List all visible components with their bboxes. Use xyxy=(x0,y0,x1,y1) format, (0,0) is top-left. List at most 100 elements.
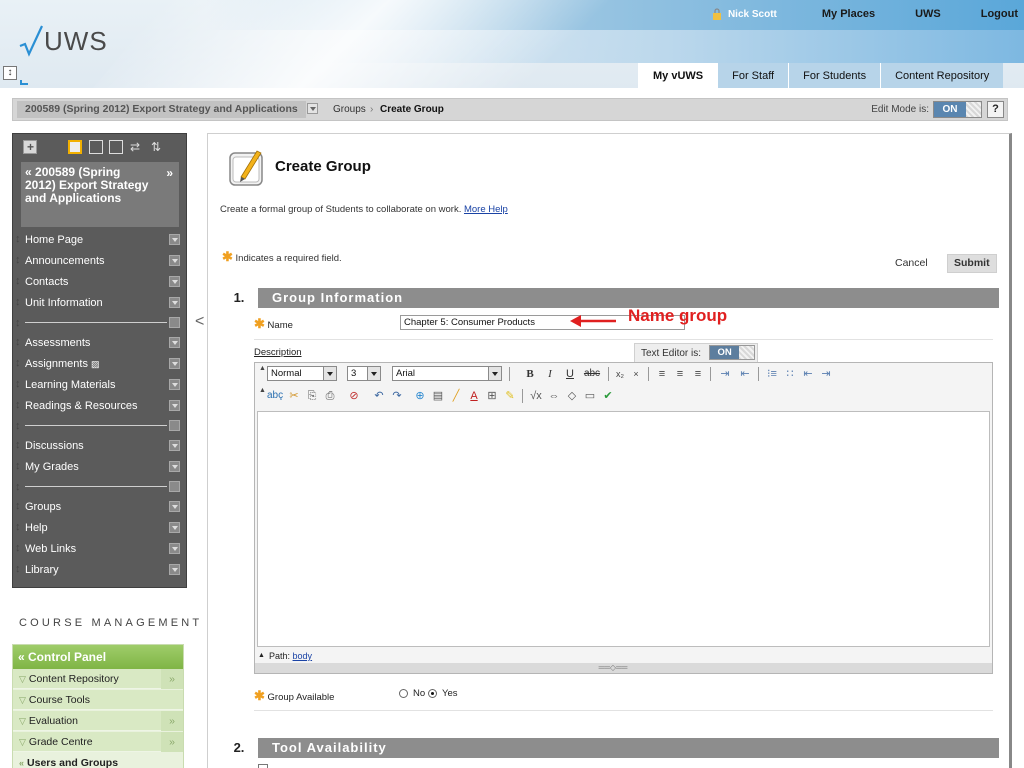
outdent-icon[interactable]: ⇤ xyxy=(801,366,815,382)
path-body-link[interactable]: body xyxy=(293,651,313,661)
numbered-list-icon[interactable]: ⁝≡ xyxy=(765,366,779,382)
chevron-down-icon[interactable] xyxy=(169,543,180,554)
collapse-header-button[interactable]: ↕ xyxy=(3,66,17,80)
paste-icon[interactable]: ⎙ xyxy=(323,388,337,404)
list-view-icon[interactable] xyxy=(68,140,82,154)
tab-content-repository[interactable]: Content Repository xyxy=(880,63,1004,88)
superscript-icon[interactable]: × xyxy=(629,366,643,382)
cleanup-icon[interactable]: ✔ xyxy=(601,388,615,404)
chevron-down-icon[interactable] xyxy=(169,564,180,575)
format-select[interactable]: Normal xyxy=(267,366,337,381)
breadcrumb-groups[interactable]: Groups xyxy=(333,104,366,115)
chevron-down-icon[interactable] xyxy=(169,379,180,390)
breadcrumb-course[interactable]: 200589 (Spring 2012) Export Strategy and… xyxy=(17,101,306,118)
font-size-select[interactable]: 3 xyxy=(347,366,381,381)
align-right-icon[interactable]: ≡ xyxy=(691,366,705,382)
resize-grip-icon[interactable]: ══◇══ xyxy=(595,664,631,672)
tab-for-staff[interactable]: For Staff xyxy=(717,63,789,88)
expand-icon[interactable]: » xyxy=(161,711,183,731)
tab-my-vuws[interactable]: My vUWS xyxy=(638,63,718,88)
uws-link[interactable]: UWS xyxy=(915,8,941,20)
chevron-down-icon[interactable] xyxy=(169,337,180,348)
logout-link[interactable]: Logout xyxy=(981,8,1018,20)
copy-icon[interactable]: ⎘ xyxy=(305,388,319,404)
chevron-down-icon[interactable] xyxy=(169,317,180,328)
control-panel-header[interactable]: « Control Panel xyxy=(13,645,183,669)
pencil-icon[interactable]: ╱ xyxy=(449,388,463,404)
chevron-down-icon[interactable] xyxy=(169,420,180,431)
chevron-down-icon[interactable] xyxy=(169,440,180,451)
editor-resize-bar[interactable]: ══◇══ xyxy=(255,663,992,673)
font-family-select[interactable]: Arial xyxy=(392,366,502,381)
chevron-down-icon[interactable] xyxy=(169,276,180,287)
fullscreen-icon[interactable]: ▭ xyxy=(583,388,597,404)
menu-item-contacts[interactable]: Contacts xyxy=(21,272,181,292)
more-help-link[interactable]: More Help xyxy=(464,204,508,215)
menu-item-announcements[interactable]: Announcements xyxy=(21,251,181,271)
toolbar-collapse-icon[interactable]: ▲ xyxy=(259,365,266,372)
chevron-down-icon[interactable] xyxy=(169,522,180,533)
chevron-down-icon[interactable] xyxy=(169,481,180,492)
course-title-arrow-icon[interactable]: » xyxy=(166,166,173,180)
chevron-down-icon[interactable] xyxy=(169,461,180,472)
cp-item-users-and-groups[interactable]: «Users and Groups xyxy=(13,753,183,768)
folder-view-icon[interactable] xyxy=(89,140,103,154)
uws-logo[interactable]: UWS xyxy=(18,22,108,58)
menu-item-groups[interactable]: Groups xyxy=(21,497,181,517)
subscript-icon[interactable]: x₂ xyxy=(613,366,627,382)
math-icon[interactable]: √x xyxy=(527,388,545,404)
chevron-down-icon[interactable] xyxy=(169,234,180,245)
chevron-down-icon[interactable] xyxy=(169,297,180,308)
chevron-down-icon[interactable] xyxy=(169,501,180,512)
cancel-button[interactable]: Cancel xyxy=(889,254,934,273)
radio-yes[interactable] xyxy=(428,689,437,698)
text-color-icon[interactable]: A xyxy=(467,388,481,404)
expand-icon[interactable]: » xyxy=(161,732,183,752)
undo-icon[interactable]: ↶ xyxy=(372,388,386,404)
underline-icon[interactable]: U xyxy=(563,366,577,382)
redo-icon[interactable]: ↷ xyxy=(390,388,404,404)
menu-item-web-links[interactable]: Web Links xyxy=(21,539,181,559)
indent-icon[interactable]: ⇥ xyxy=(819,366,833,382)
menu-item-my-grades[interactable]: My Grades xyxy=(21,457,181,477)
chevron-down-icon[interactable] xyxy=(169,400,180,411)
tab-for-students[interactable]: For Students xyxy=(788,63,881,88)
italic-icon[interactable]: I xyxy=(543,366,557,382)
align-left-icon[interactable]: ≡ xyxy=(655,366,669,382)
menu-item-discussions[interactable]: Discussions xyxy=(21,436,181,456)
add-menu-item-icon[interactable] xyxy=(23,140,37,154)
refresh-icon[interactable]: ⇄ xyxy=(130,140,144,154)
highlight-icon[interactable]: ✎ xyxy=(503,388,517,404)
menu-item-assignments[interactable]: Assignments ▨ xyxy=(21,354,181,374)
mashup-icon[interactable]: ⇔ xyxy=(547,388,561,404)
text-editor-toggle[interactable]: ON xyxy=(709,345,755,360)
menu-item-help[interactable]: Help xyxy=(21,518,181,538)
my-places-link[interactable]: My Places xyxy=(822,8,875,20)
menu-item-readings-resources[interactable]: Readings & Resources xyxy=(21,396,181,416)
cp-item-evaluation[interactable]: ▽ Evaluation» xyxy=(13,711,183,731)
expand-icon[interactable]: » xyxy=(161,669,183,689)
course-menu-title[interactable]: « 200589 (Spring 2012) Export Strategy a… xyxy=(21,162,179,227)
menu-item-unit-information[interactable]: Unit Information xyxy=(21,293,181,313)
align-center-icon[interactable]: ≡ xyxy=(673,366,687,382)
menu-collapse-toggle[interactable]: < xyxy=(195,310,207,334)
unlink-icon[interactable]: ⊘ xyxy=(347,388,361,404)
menu-item-library[interactable]: Library xyxy=(21,560,181,580)
table-icon[interactable]: ▤ xyxy=(431,388,445,404)
help-button[interactable]: ? xyxy=(987,101,1004,118)
link-icon[interactable]: ⊕ xyxy=(413,388,427,404)
rtl-icon[interactable]: ⇤ xyxy=(737,366,753,382)
cp-item-course-tools[interactable]: ▽ Course Tools xyxy=(13,690,183,710)
path-collapse-icon[interactable]: ▲ xyxy=(258,649,265,663)
cp-item-grade-centre[interactable]: ▽ Grade Centre» xyxy=(13,732,183,752)
menu-item-assessments[interactable]: Assessments xyxy=(21,333,181,353)
bold-icon[interactable]: B xyxy=(523,366,537,382)
ltr-icon[interactable]: ⇥ xyxy=(717,366,733,382)
bullet-list-icon[interactable]: ∷ xyxy=(783,366,797,382)
reorder-icon[interactable]: ⇅ xyxy=(151,140,165,154)
new-window-icon[interactable] xyxy=(109,140,123,154)
editor-text-area[interactable] xyxy=(257,411,990,647)
cut-icon[interactable]: ✂ xyxy=(287,388,301,404)
submit-button[interactable]: Submit xyxy=(947,254,997,273)
toolbar-collapse-icon[interactable]: ▲ xyxy=(259,387,266,394)
